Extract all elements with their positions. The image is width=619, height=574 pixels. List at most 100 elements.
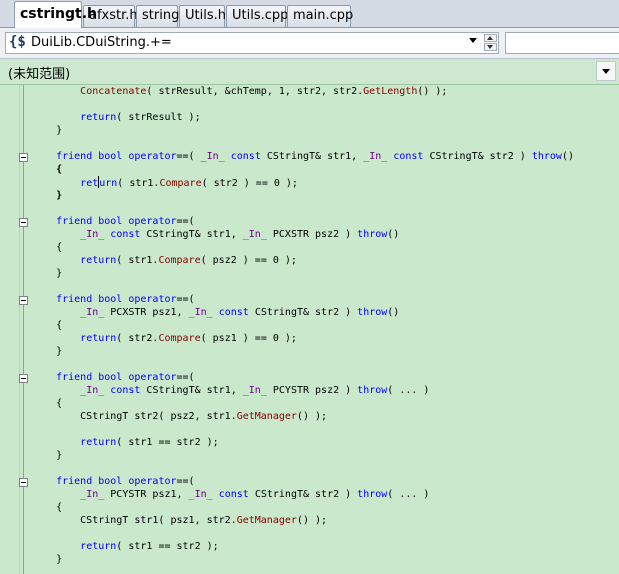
collapse-icon[interactable] xyxy=(19,374,28,383)
code-token: return xyxy=(80,333,117,344)
code-token: CStringT& str2 ) xyxy=(248,489,358,500)
code-token: _In_ xyxy=(242,385,267,396)
tab-main-cpp[interactable]: main.cpp xyxy=(287,5,353,27)
tab-string[interactable]: string xyxy=(136,5,179,27)
code-token: CStringT& str2 ) xyxy=(248,307,358,318)
code-token: { xyxy=(32,242,63,253)
code-line[interactable]: } xyxy=(32,189,62,202)
code-token: _In_ xyxy=(80,229,105,240)
code-line[interactable]: CStringT str1( psz1, str2.GetManager() )… xyxy=(32,514,327,527)
code-token: () xyxy=(561,151,574,162)
code-token: } xyxy=(32,125,63,136)
code-token: _In_ xyxy=(363,151,388,162)
code-token: throw xyxy=(357,307,388,318)
tab-cstringt-h[interactable]: cstringt.h xyxy=(14,1,97,28)
member-dropdown-value: DuiLib.CDuiString.+= xyxy=(31,35,172,50)
code-line[interactable]: CStringT str2( psz2, str1.GetManager() )… xyxy=(32,410,327,423)
code-token: { xyxy=(32,164,63,175)
code-token: ( psz1 ) == 0 ); xyxy=(200,333,297,344)
code-line[interactable]: return( strResult ); xyxy=(32,111,200,124)
code-token: PCYSTR psz2 ) xyxy=(266,385,358,396)
code-line[interactable]: } xyxy=(32,267,62,280)
code-token: const xyxy=(110,229,141,240)
code-token: ( ... ) xyxy=(387,489,430,500)
code-line[interactable]: } xyxy=(32,345,62,358)
code-token: } xyxy=(32,554,63,565)
code-line[interactable]: Concatenate( strResult, &chTemp, 1, str2… xyxy=(32,85,447,98)
code-editor[interactable]: Concatenate( strResult, &chTemp, 1, str2… xyxy=(0,85,619,574)
code-token: () xyxy=(387,307,400,318)
code-line[interactable]: return( str1.Compare( psz2 ) == 0 ); xyxy=(32,254,297,267)
code-token: return xyxy=(80,437,117,448)
code-token: ( str1. xyxy=(116,255,159,266)
code-token: _In_ xyxy=(188,489,213,500)
code-token: ==( xyxy=(176,151,201,162)
code-line[interactable]: _In_ const CStringT& str1, _In_ PCYSTR p… xyxy=(32,384,429,397)
class-member-icon: {$ xyxy=(9,34,26,50)
spin-up-button[interactable] xyxy=(484,34,497,42)
code-token: _In_ xyxy=(80,489,105,500)
code-token: PCXSTR psz1, xyxy=(104,307,189,318)
code-token: GetManager xyxy=(236,411,297,422)
code-line[interactable]: return( str2.Compare( psz1 ) == 0 ); xyxy=(32,332,297,345)
code-line[interactable]: friend bool operator==( xyxy=(32,371,194,384)
code-token: Compare xyxy=(158,333,201,344)
code-token: ( str1. xyxy=(117,178,160,189)
code-line[interactable]: friend bool operator==( xyxy=(32,293,195,306)
spin-down-button[interactable] xyxy=(484,43,497,51)
scope-dropdown-button[interactable] xyxy=(596,61,616,81)
code-token: friend bool operator xyxy=(56,476,177,487)
code-line[interactable]: _In_ PCXSTR psz1, _In_ const CStringT& s… xyxy=(32,306,399,319)
code-line[interactable]: { xyxy=(32,397,62,410)
code-token: ( str1 == str2 ); xyxy=(116,437,219,448)
code-token: const xyxy=(393,151,424,162)
tab-utils-cpp[interactable]: Utils.cpp xyxy=(226,5,288,27)
code-token: friend bool operator xyxy=(56,151,177,162)
code-line[interactable]: return( str1 == str2 ); xyxy=(32,436,219,449)
code-line[interactable]: return( str1 == str2 ); xyxy=(32,540,218,553)
code-line[interactable]: return( str1.Compare( str2 ) == 0 ); xyxy=(32,176,298,189)
code-line[interactable]: { xyxy=(32,163,62,176)
code-line[interactable]: friend bool operator==( xyxy=(32,215,195,228)
tab-utils-h[interactable]: Utils.h xyxy=(179,5,226,27)
code-token: ==( xyxy=(176,216,195,227)
code-line[interactable]: _In_ PCYSTR psz1, _In_ const CStringT& s… xyxy=(32,488,429,501)
member-spinner[interactable] xyxy=(484,34,497,52)
code-line[interactable]: } xyxy=(32,124,62,137)
code-token: ==( xyxy=(176,476,195,487)
collapse-icon[interactable] xyxy=(19,478,28,487)
code-token: const xyxy=(218,489,249,500)
code-line[interactable]: } xyxy=(32,553,62,566)
code-line[interactable]: { xyxy=(32,501,62,514)
secondary-dropdown[interactable] xyxy=(505,32,619,54)
collapse-icon[interactable] xyxy=(19,218,28,227)
code-line[interactable]: friend bool operator==( _In_ const CStri… xyxy=(32,150,574,163)
collapse-icon[interactable] xyxy=(19,153,28,162)
code-token: throw xyxy=(357,229,388,240)
code-token: ==( xyxy=(176,294,195,305)
chevron-down-icon[interactable] xyxy=(469,38,477,43)
code-token: GetLength xyxy=(363,86,418,97)
collapse-icon[interactable] xyxy=(19,296,28,305)
code-token: PCXSTR psz2 ) xyxy=(266,229,358,240)
code-token: CStringT str2( psz2, str1. xyxy=(32,411,237,422)
code-token: ( strResult, &chTemp, 1, str2, str2. xyxy=(146,86,364,97)
code-token: friend bool operator xyxy=(56,294,177,305)
code-line[interactable]: _In_ const CStringT& str1, _In_ PCXSTR p… xyxy=(32,228,399,241)
code-line[interactable]: } xyxy=(32,449,62,462)
code-line[interactable]: { xyxy=(32,319,62,332)
code-token: friend bool operator xyxy=(56,216,177,227)
member-dropdown[interactable]: {$ DuiLib.CDuiString.+= xyxy=(5,32,499,54)
navigation-bar: {$ DuiLib.CDuiString.+= xyxy=(0,28,619,59)
code-line[interactable]: friend bool operator==( xyxy=(32,475,195,488)
code-line[interactable]: { xyxy=(32,241,62,254)
